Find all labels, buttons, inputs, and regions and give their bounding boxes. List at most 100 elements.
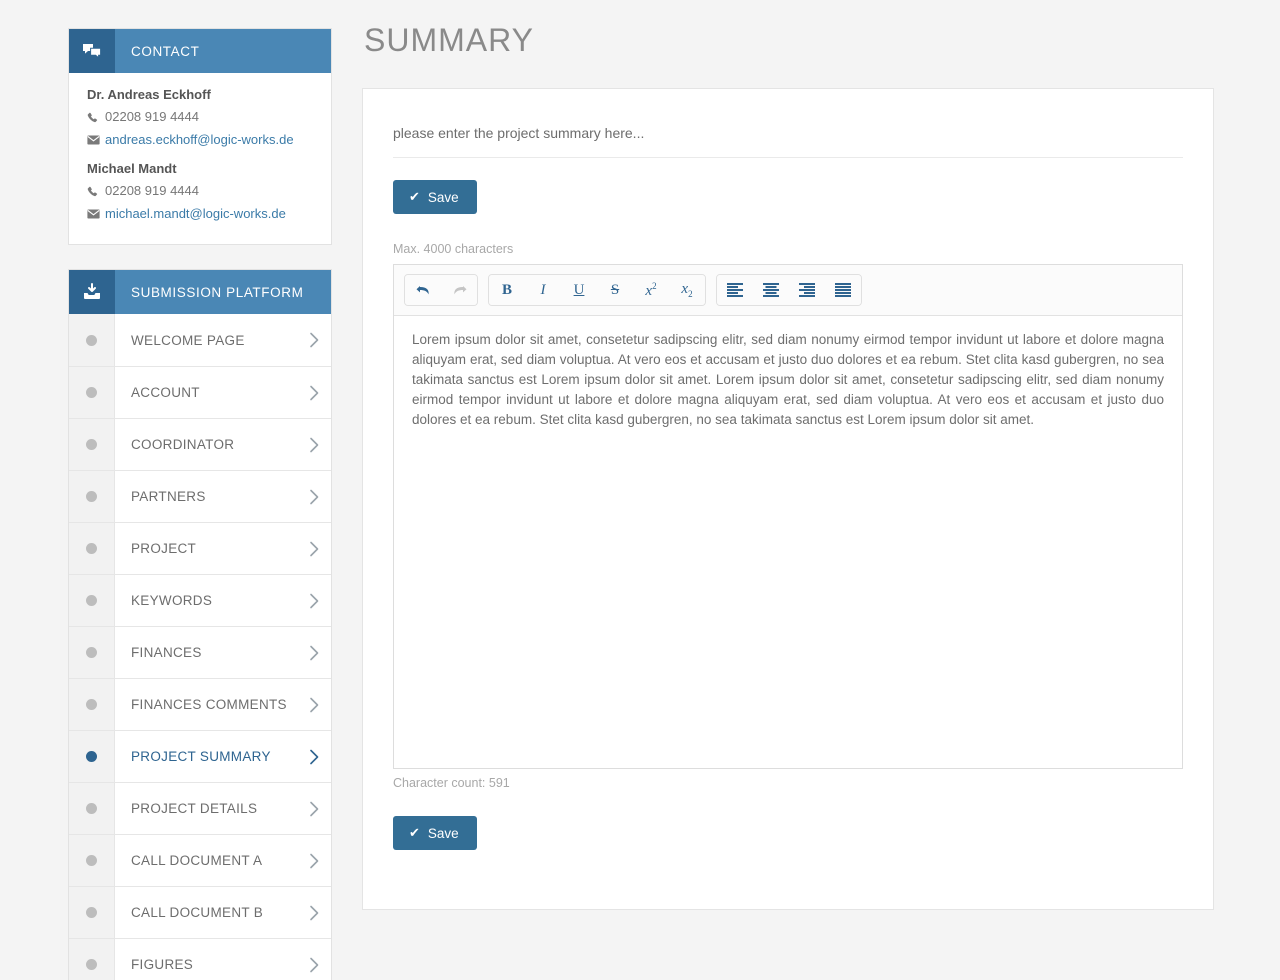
- status-dot-cell: [69, 887, 115, 938]
- sidebar-item-label: FINANCES COMMENTS: [131, 697, 287, 712]
- sidebar-item-welcome-page[interactable]: WELCOME PAGE: [69, 314, 331, 366]
- sidebar-item-project[interactable]: PROJECT: [69, 522, 331, 574]
- sidebar-item-finances[interactable]: FINANCES: [69, 626, 331, 678]
- status-dot-cell: [69, 835, 115, 886]
- contact-email-link[interactable]: michael.mandt@logic-works.de: [105, 205, 286, 223]
- editor-toolbar: B I U Sx2 x2: [394, 265, 1182, 316]
- contact-phone: 02208 919 4444: [105, 109, 199, 124]
- sidebar-item-account[interactable]: ACCOUNT: [69, 366, 331, 418]
- contact-person: Dr. Andreas Eckhoff 02208 919 4444 andre…: [87, 87, 313, 149]
- status-dot-cell: [69, 731, 115, 782]
- contact-name: Michael Mandt: [87, 161, 177, 176]
- sidebar-item-figures[interactable]: FIGURES: [69, 938, 331, 980]
- underline-icon[interactable]: U: [561, 275, 597, 305]
- status-dot-cell: [69, 314, 115, 366]
- undo-icon[interactable]: [405, 275, 441, 305]
- status-dot-cell: [69, 679, 115, 730]
- inactive-dot-icon: [86, 334, 97, 346]
- sidebar-item-project-summary[interactable]: PROJECT SUMMARY: [69, 730, 331, 782]
- chevron-right-icon: [297, 679, 331, 730]
- contact-phone-row: 02208 919 4444: [87, 108, 313, 126]
- sidebar-item-project-details[interactable]: PROJECT DETAILS: [69, 782, 331, 834]
- status-dot-cell: [69, 471, 115, 522]
- sidebar-item-label: FINANCES: [131, 645, 202, 660]
- align-center-icon[interactable]: [753, 275, 789, 305]
- sidebar-item-label: CALL DOCUMENT B: [131, 905, 264, 920]
- save-button-bottom[interactable]: ✔ Save: [393, 816, 477, 850]
- align-left-icon[interactable]: [717, 275, 753, 305]
- phone-icon: [87, 112, 105, 123]
- status-dot-cell: [69, 367, 115, 418]
- page-title: SUMMARY: [364, 22, 534, 58]
- inactive-dot-icon: [86, 855, 97, 866]
- sidebar-item-label: CALL DOCUMENT A: [131, 853, 263, 868]
- status-dot-cell: [69, 419, 115, 470]
- chevron-right-icon: [297, 419, 331, 470]
- check-icon: ✔: [409, 825, 420, 840]
- chevron-right-icon: [297, 783, 331, 834]
- contact-phone: 02208 919 4444: [105, 183, 199, 198]
- sidebar-item-partners[interactable]: PARTNERS: [69, 470, 331, 522]
- inactive-dot-icon: [86, 907, 97, 918]
- subscript-icon[interactable]: x2: [669, 275, 705, 305]
- contact-panel: CONTACT Dr. Andreas Eckhoff 02208 919 44…: [68, 28, 332, 245]
- editor-content-text: Lorem ipsum dolor sit amet, consetetur s…: [412, 332, 1164, 427]
- submission-platform-header: SUBMISSION PLATFORM: [69, 270, 331, 314]
- strikethrough-glyph: S: [610, 281, 620, 298]
- sidebar-item-label: PROJECT DETAILS: [131, 801, 258, 816]
- contact-panel-title: CONTACT: [131, 43, 200, 59]
- inactive-dot-icon: [86, 387, 97, 398]
- sidebar-item-coordinator[interactable]: COORDINATOR: [69, 418, 331, 470]
- superscript-icon[interactable]: x2: [633, 275, 669, 305]
- toolbar-group-history: [404, 274, 478, 306]
- inactive-dot-icon: [86, 647, 97, 658]
- status-dot-cell: [69, 783, 115, 834]
- strikethrough-icon[interactable]: S: [597, 275, 633, 305]
- chevron-right-icon: [297, 835, 331, 886]
- sidebar-item-keywords[interactable]: KEYWORDS: [69, 574, 331, 626]
- save-button-top[interactable]: ✔ Save: [393, 180, 477, 214]
- sidebar-item-finances-comments[interactable]: FINANCES COMMENTS: [69, 678, 331, 730]
- inactive-dot-icon: [86, 959, 97, 970]
- contact-phone-row: 02208 919 4444: [87, 182, 313, 200]
- sidebar-item-call-document-a[interactable]: CALL DOCUMENT A: [69, 834, 331, 886]
- check-icon: ✔: [409, 189, 420, 204]
- contact-email-link[interactable]: andreas.eckhoff@logic-works.de: [105, 131, 294, 149]
- inactive-dot-icon: [86, 439, 97, 450]
- active-dot-icon: [86, 751, 97, 762]
- inactive-dot-icon: [86, 543, 97, 554]
- italic-glyph: I: [540, 281, 546, 298]
- submission-platform-menu: WELCOME PAGE ACCOUNT COORDINATOR PARTNERS PR…: [69, 314, 331, 980]
- chevron-right-icon: [297, 523, 331, 574]
- status-dot-cell: [69, 627, 115, 678]
- envelope-icon: [87, 209, 105, 219]
- upload-inbox-icon: [69, 270, 115, 314]
- subscript-glyph: x2: [681, 281, 693, 299]
- bold-glyph: B: [501, 281, 512, 298]
- contact-panel-header: CONTACT: [69, 29, 331, 73]
- summary-prompt: please enter the project summary here...: [393, 119, 1183, 158]
- chevron-right-icon: [297, 471, 331, 522]
- chevron-right-icon: [297, 731, 331, 782]
- editor-content-area[interactable]: Lorem ipsum dolor sit amet, consetetur s…: [394, 316, 1182, 768]
- main-content: SUMMARY please enter the project summary…: [362, 20, 1214, 910]
- save-button-bottom-label: Save: [427, 825, 459, 841]
- align-justify-icon[interactable]: [825, 275, 861, 305]
- contact-email-row: michael.mandt@logic-works.de: [87, 205, 313, 223]
- sidebar-item-label: KEYWORDS: [131, 593, 213, 608]
- speech-bubbles-icon: [69, 29, 115, 73]
- italic-icon[interactable]: I: [525, 275, 561, 305]
- status-dot-cell: [69, 939, 115, 980]
- bold-icon[interactable]: B: [489, 275, 525, 305]
- toolbar-group-alignment: [716, 274, 862, 306]
- sidebar-item-call-document-b[interactable]: CALL DOCUMENT B: [69, 886, 331, 938]
- sidebar-item-label: PARTNERS: [131, 489, 206, 504]
- contact-name: Dr. Andreas Eckhoff: [87, 87, 211, 102]
- save-button-top-label: Save: [427, 189, 459, 205]
- underline-glyph: U: [573, 281, 585, 298]
- status-dot-cell: [69, 523, 115, 574]
- chevron-right-icon: [297, 575, 331, 626]
- align-right-icon[interactable]: [789, 275, 825, 305]
- inactive-dot-icon: [86, 491, 97, 502]
- phone-icon: [87, 186, 105, 197]
